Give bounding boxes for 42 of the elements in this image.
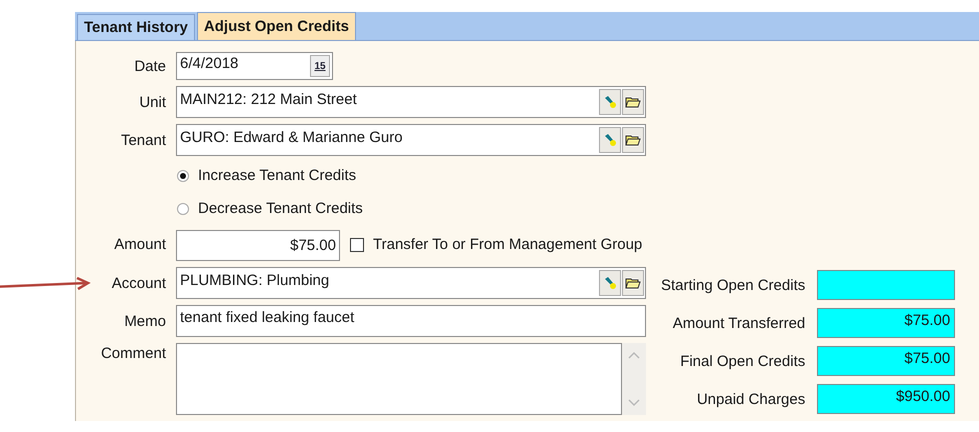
lookup-field[interactable]: GURO: Edward & Marianne Guro	[176, 124, 646, 156]
folder-icon	[625, 95, 641, 109]
amount-field[interactable]: $75.00	[176, 230, 340, 261]
radio-option[interactable]: Decrease Tenant Credits	[177, 200, 363, 217]
lookup-field[interactable]: MAIN212: 212 Main Street	[176, 86, 646, 118]
field-label: Comment	[100, 345, 166, 362]
field-label: Amount	[114, 236, 166, 253]
tab[interactable]: Adjust Open Credits	[196, 12, 356, 40]
field-label: Unit	[139, 94, 166, 110]
tab[interactable]: Tenant History	[77, 14, 195, 40]
comment-field[interactable]	[176, 343, 622, 415]
scroll-down-icon	[628, 399, 640, 407]
summary-value: $75.00	[817, 308, 956, 338]
checkbox-option[interactable]: Transfer To or From Management Group	[350, 236, 642, 253]
summary-value: $75.00	[817, 346, 956, 376]
scroll-up-icon	[628, 351, 640, 359]
field-label: Account	[112, 274, 166, 292]
flashlight-icon	[603, 276, 617, 290]
scrollbar[interactable]	[622, 343, 646, 415]
search-button[interactable]	[599, 127, 621, 153]
open-button[interactable]	[622, 127, 644, 153]
calendar-button[interactable]: 15	[310, 55, 330, 77]
field-label: Date	[134, 58, 166, 74]
date-field[interactable]: 6/4/2018 15	[176, 52, 333, 80]
memo-field[interactable]: tenant fixed leaking faucet	[176, 305, 646, 337]
open-button[interactable]	[622, 89, 644, 115]
field-label: Memo	[124, 312, 166, 330]
folder-icon	[625, 276, 641, 290]
radio-option[interactable]: Increase Tenant Credits	[177, 167, 356, 184]
flashlight-icon	[603, 133, 617, 147]
search-button[interactable]	[599, 89, 621, 115]
search-button[interactable]	[599, 270, 621, 296]
summary-label: Unpaid Charges	[696, 390, 806, 408]
open-button[interactable]	[622, 270, 644, 296]
field-label: Tenant	[120, 132, 166, 148]
flashlight-icon	[603, 95, 617, 109]
summary-label: Amount Transferred	[672, 314, 806, 332]
folder-icon	[625, 133, 641, 147]
summary-value: $950.00	[817, 384, 956, 414]
lookup-field[interactable]: PLUMBING: Plumbing	[176, 267, 646, 299]
summary-label: Final Open Credits	[680, 352, 806, 370]
summary-label: Starting Open Credits	[661, 276, 806, 294]
